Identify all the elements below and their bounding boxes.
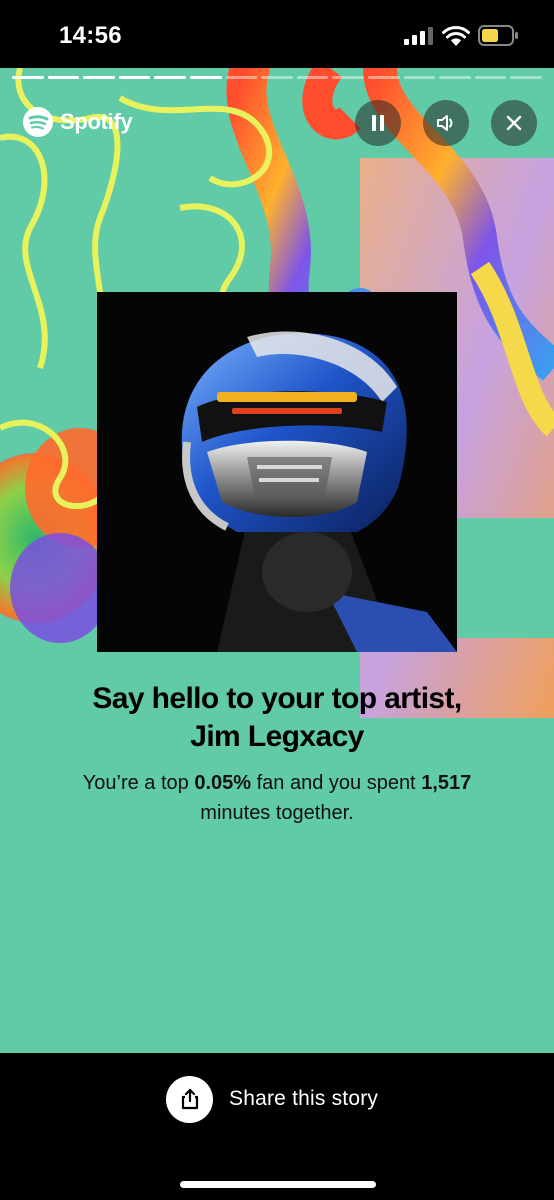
share-button-circle[interactable] (166, 1075, 213, 1123)
home-indicator[interactable] (180, 1181, 376, 1188)
fan-stats-line1: You’re a top 0.05% fan and you spent 1,5… (40, 768, 514, 798)
progress-segment (296, 76, 329, 79)
progress-segment (474, 76, 507, 79)
sound-button[interactable] (423, 100, 469, 146)
close-icon (506, 115, 522, 131)
progress-segment (154, 76, 186, 79)
spotify-brand: Spotify (22, 106, 133, 138)
progress-segment (12, 76, 44, 79)
share-icon (181, 1088, 198, 1110)
pause-button[interactable] (355, 100, 401, 146)
fan-stats: You’re a top 0.05% fan and you spent 1,5… (40, 768, 514, 828)
progress-segment (403, 76, 436, 79)
stats-text: You’re a top (82, 772, 195, 794)
progress-segment (189, 76, 222, 79)
story-slide[interactable]: Spotify Say hello to your top artist, Ji… (0, 68, 554, 1053)
speaker-icon (437, 115, 453, 131)
progress-segment (83, 76, 115, 79)
fan-percentile: 0.05% (194, 772, 252, 794)
stats-text: fan and you spent (251, 772, 422, 794)
headline: Say hello to your top artist, Jim Legxac… (20, 680, 534, 756)
share-label[interactable]: Share this story (229, 1087, 378, 1111)
headline-line1: Say hello to your top artist, (92, 682, 462, 715)
minutes-listened: 1,517 (421, 772, 472, 794)
status-bar: 14:56 (0, 0, 554, 68)
battery-icon (478, 25, 518, 46)
wifi-icon (442, 25, 470, 46)
cellular-signal-icon (404, 27, 433, 45)
progress-segment (47, 76, 80, 79)
spotify-wordmark: Spotify (60, 109, 133, 134)
progress-segment (225, 76, 258, 79)
progress-segment (510, 76, 542, 79)
progress-segment (118, 76, 151, 79)
fan-stats-line2: minutes together. (200, 802, 354, 824)
story-progress-bar (12, 76, 542, 80)
progress-segment (367, 76, 400, 79)
status-time: 14:56 (59, 22, 122, 49)
pause-icon (372, 115, 384, 131)
close-button[interactable] (491, 100, 537, 146)
spotify-logo-icon (23, 107, 53, 137)
artist-name: Jim Legxacy (190, 720, 364, 753)
artist-image (97, 292, 457, 652)
bottom-bar: Share this story (0, 1053, 554, 1200)
progress-segment (261, 76, 293, 79)
progress-segment (439, 76, 471, 79)
progress-segment (332, 76, 364, 79)
share-story-button[interactable]: Share this story (166, 1075, 378, 1123)
